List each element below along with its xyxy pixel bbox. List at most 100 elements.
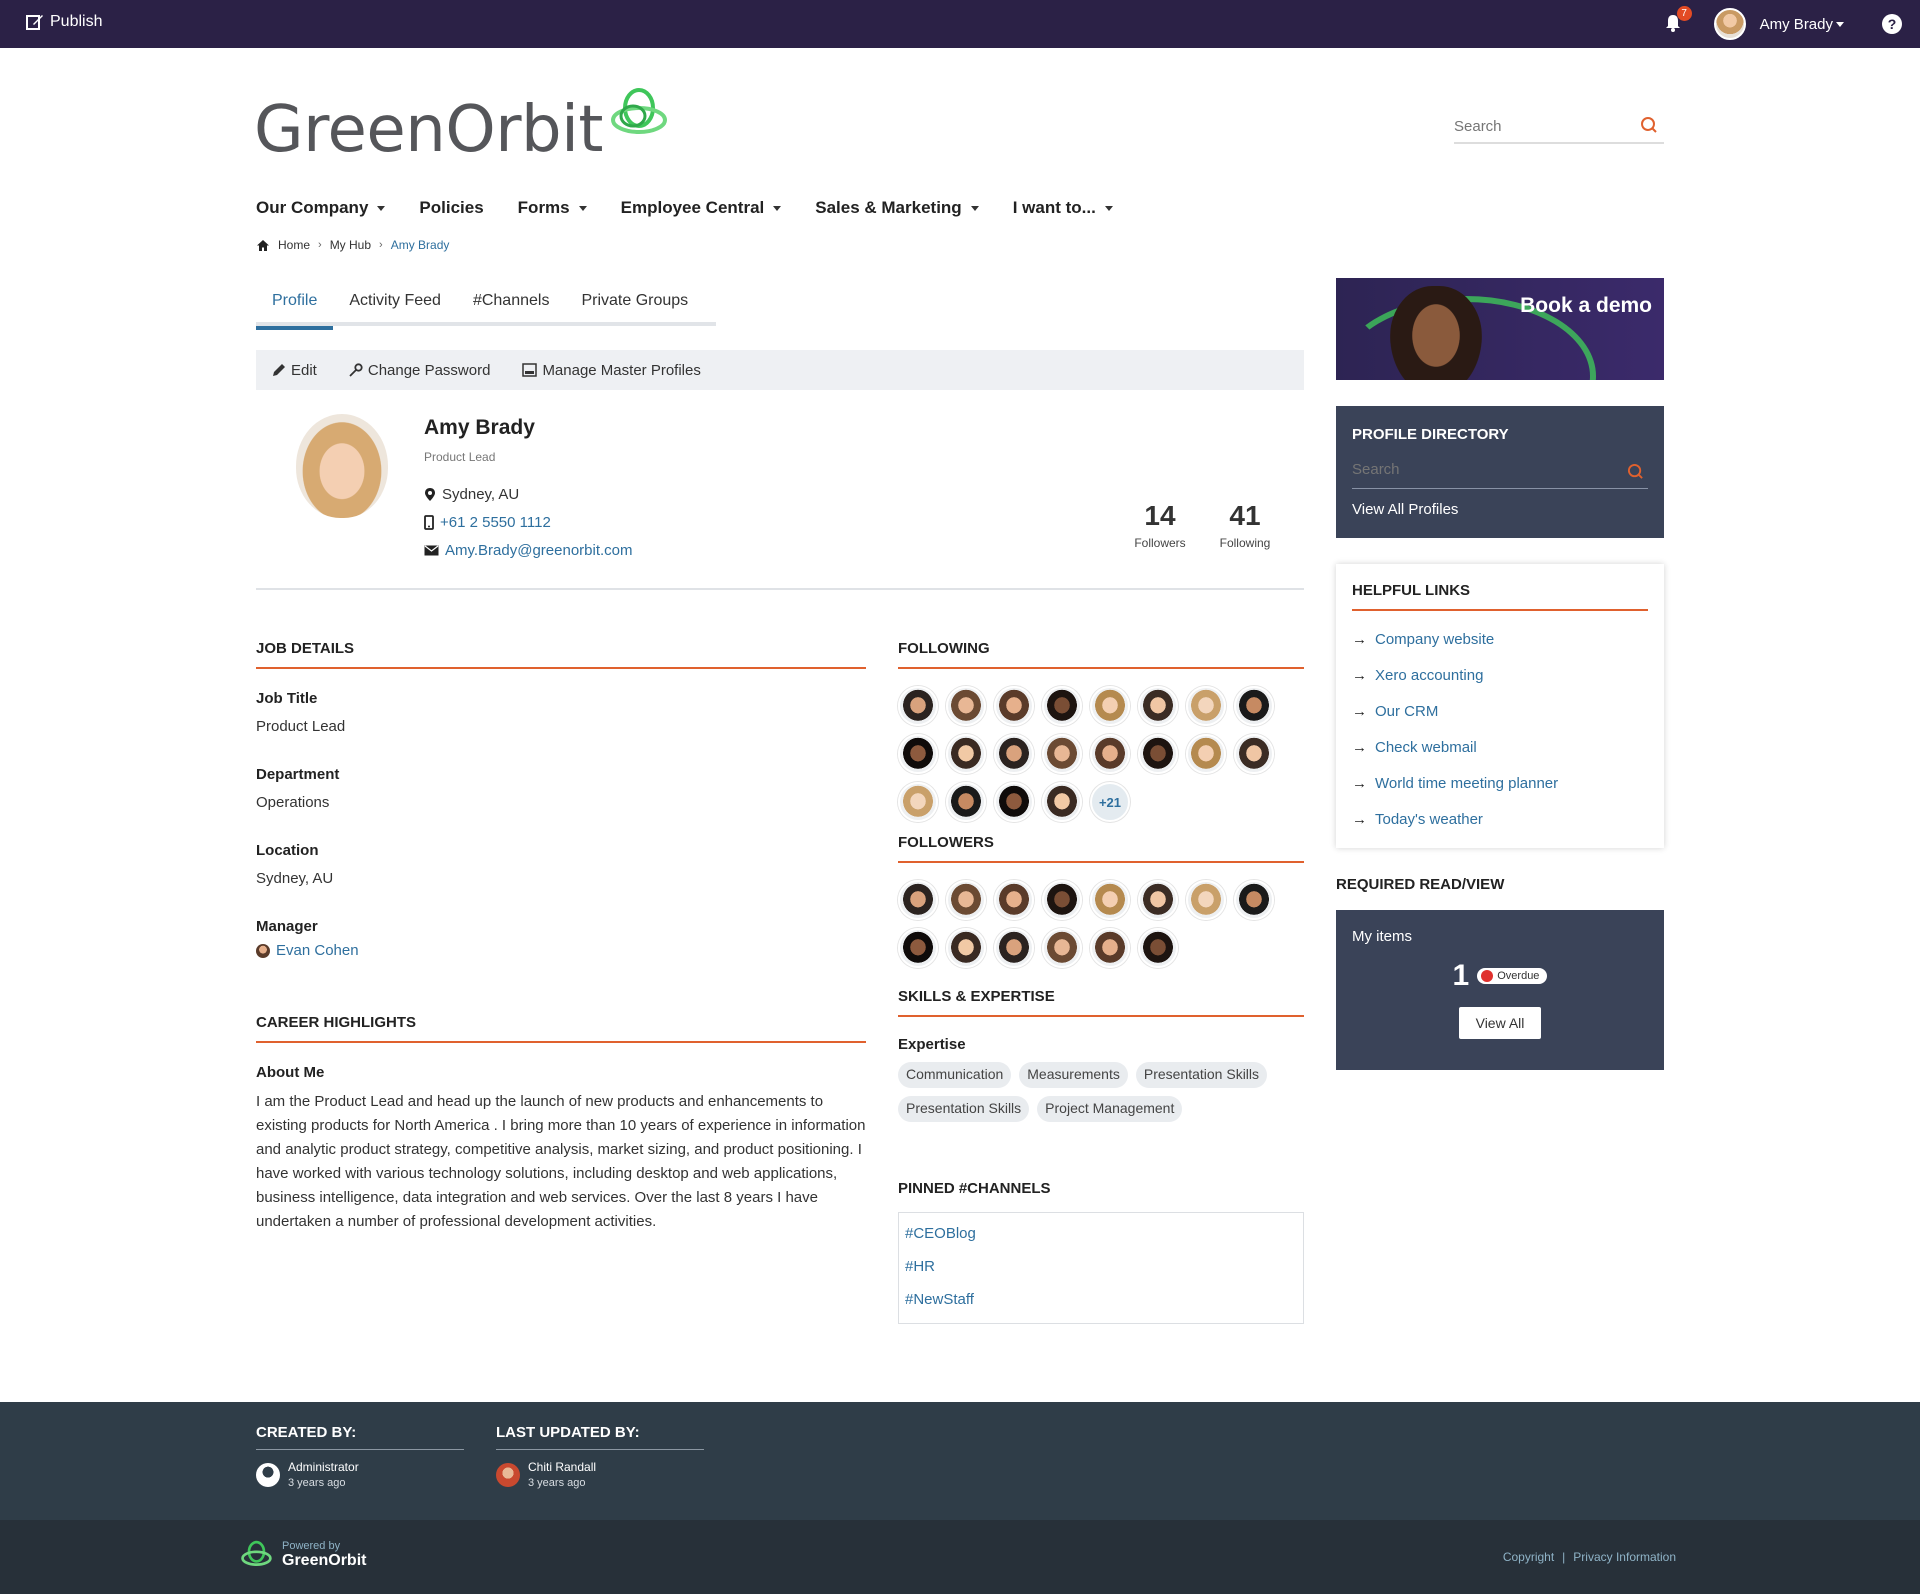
- avatar[interactable]: [1186, 686, 1226, 726]
- avatar[interactable]: [1138, 734, 1178, 774]
- search-icon[interactable]: [1640, 116, 1658, 134]
- helpful-link[interactable]: → World time meeting planner: [1352, 765, 1648, 801]
- avatar[interactable]: [1234, 880, 1274, 920]
- avatar[interactable]: [1186, 734, 1226, 774]
- nav-policies[interactable]: Policies: [419, 198, 483, 218]
- profile-email-link[interactable]: Amy.Brady@greenorbit.com: [445, 542, 633, 559]
- avatar[interactable]: [994, 782, 1034, 822]
- avatar[interactable]: [946, 782, 986, 822]
- avatar[interactable]: [946, 880, 986, 920]
- avatar[interactable]: [994, 686, 1034, 726]
- avatar[interactable]: [1186, 880, 1226, 920]
- followers-label: Followers: [1134, 536, 1186, 550]
- avatar[interactable]: [1138, 880, 1178, 920]
- manager-link[interactable]: Evan Cohen: [276, 942, 359, 959]
- pinned-channels-list: #CEOBlog #HR #NewStaff: [898, 1212, 1304, 1324]
- banner-text: Book a demo: [1520, 294, 1652, 317]
- tab-profile[interactable]: Profile: [256, 286, 334, 330]
- home-icon[interactable]: [256, 239, 270, 252]
- job-title-value: Product Lead: [256, 718, 346, 735]
- avatar[interactable]: [1090, 880, 1130, 920]
- breadcrumb-my-hub[interactable]: My Hub: [330, 238, 371, 252]
- manager-value: Evan Cohen: [256, 942, 359, 959]
- nav-employee-central[interactable]: Employee Central: [621, 198, 782, 218]
- pinned-channels-title: PINNED #CHANNELS: [898, 1180, 1051, 1197]
- directory-search-input[interactable]: [1352, 461, 1612, 478]
- tab-channels[interactable]: #Channels: [457, 286, 566, 326]
- following-stat[interactable]: 41 Following: [1205, 500, 1285, 550]
- channel-link[interactable]: #CEOBlog: [905, 1223, 1297, 1256]
- skill-chip[interactable]: Presentation Skills: [1135, 1062, 1268, 1088]
- channel-link[interactable]: #HR: [905, 1256, 1297, 1289]
- privacy-link[interactable]: Privacy Information: [1573, 1550, 1676, 1564]
- book-demo-banner[interactable]: Book a demo: [1336, 278, 1664, 380]
- avatar[interactable]: [994, 928, 1034, 968]
- avatar[interactable]: [1090, 928, 1130, 968]
- avatar[interactable]: [946, 734, 986, 774]
- view-all-profiles-link[interactable]: View All Profiles: [1352, 501, 1648, 518]
- skill-chip[interactable]: Presentation Skills: [898, 1096, 1030, 1122]
- helpful-link[interactable]: → Check webmail: [1352, 729, 1648, 765]
- avatar[interactable]: [898, 880, 938, 920]
- avatar[interactable]: [994, 880, 1034, 920]
- skill-chip[interactable]: Measurements: [1019, 1062, 1128, 1088]
- avatar[interactable]: [1234, 734, 1274, 774]
- following-count: 41: [1229, 500, 1261, 531]
- orbit-logo-icon: [611, 88, 667, 134]
- avatar[interactable]: [1138, 686, 1178, 726]
- avatar[interactable]: [1042, 928, 1082, 968]
- helpful-link[interactable]: → Xero accounting: [1352, 657, 1648, 693]
- nav-our-company[interactable]: Our Company: [256, 198, 386, 218]
- nav-i-want-to[interactable]: I want to...: [1013, 198, 1113, 218]
- avatar[interactable]: [1138, 928, 1178, 968]
- help-icon[interactable]: ?: [1882, 14, 1902, 34]
- channel-link[interactable]: #NewStaff: [905, 1289, 1297, 1322]
- user-menu[interactable]: Amy Brady: [1760, 16, 1844, 33]
- avatar[interactable]: [898, 782, 938, 822]
- view-all-button[interactable]: View All: [1459, 1007, 1541, 1039]
- profile-phone-link[interactable]: +61 2 5550 1112: [440, 514, 551, 531]
- avatar[interactable]: [1042, 880, 1082, 920]
- avatar[interactable]: [1090, 734, 1130, 774]
- avatar[interactable]: [898, 734, 938, 774]
- avatar[interactable]: [946, 928, 986, 968]
- edit-button[interactable]: Edit: [272, 362, 317, 379]
- logo[interactable]: GreenOrbit: [254, 86, 671, 162]
- footer-separator: |: [1562, 1550, 1566, 1564]
- notifications-button[interactable]: 7: [1662, 6, 1692, 36]
- tab-private-groups[interactable]: Private Groups: [565, 286, 704, 326]
- nav-label: Policies: [419, 198, 484, 217]
- nav-sales-marketing[interactable]: Sales & Marketing: [815, 198, 979, 218]
- breadcrumb-home[interactable]: Home: [278, 238, 310, 252]
- helpful-link[interactable]: → Company website: [1352, 621, 1648, 657]
- avatar[interactable]: [898, 686, 938, 726]
- avatar[interactable]: [1234, 686, 1274, 726]
- avatar[interactable]: [1042, 782, 1082, 822]
- site-search-input[interactable]: [1454, 112, 1634, 135]
- nav-forms[interactable]: Forms: [518, 198, 587, 218]
- avatar[interactable]: [1090, 686, 1130, 726]
- nav-label: Sales & Marketing: [815, 198, 962, 217]
- manage-master-profiles-button[interactable]: Manage Master Profiles: [522, 362, 701, 379]
- career-highlights-title: CAREER HIGHLIGHTS: [256, 1014, 866, 1043]
- tab-activity-feed[interactable]: Activity Feed: [333, 286, 457, 326]
- footer-links: Copyright | Privacy Information: [1503, 1550, 1676, 1564]
- helpful-link[interactable]: → Our CRM: [1352, 693, 1648, 729]
- avatar[interactable]: [1042, 686, 1082, 726]
- avatar[interactable]: [946, 686, 986, 726]
- helpful-link[interactable]: → Today's weather: [1352, 801, 1648, 837]
- skill-chip[interactable]: Project Management: [1037, 1096, 1183, 1122]
- avatar[interactable]: [1042, 734, 1082, 774]
- followers-stat[interactable]: 14 Followers: [1120, 500, 1200, 550]
- search-icon[interactable]: [1627, 463, 1644, 480]
- avatar[interactable]: [898, 928, 938, 968]
- powered-by[interactable]: Powered by GreenOrbit: [240, 1540, 366, 1570]
- avatar[interactable]: [994, 734, 1034, 774]
- user-avatar[interactable]: [1713, 8, 1746, 40]
- more-avatars-button[interactable]: +21: [1090, 782, 1130, 822]
- publish-button[interactable]: Publish: [26, 13, 102, 31]
- change-password-button[interactable]: Change Password: [349, 362, 490, 379]
- nav-label: I want to...: [1012, 198, 1096, 217]
- copyright-link[interactable]: Copyright: [1503, 1550, 1554, 1564]
- skill-chip[interactable]: Communication: [898, 1062, 1012, 1088]
